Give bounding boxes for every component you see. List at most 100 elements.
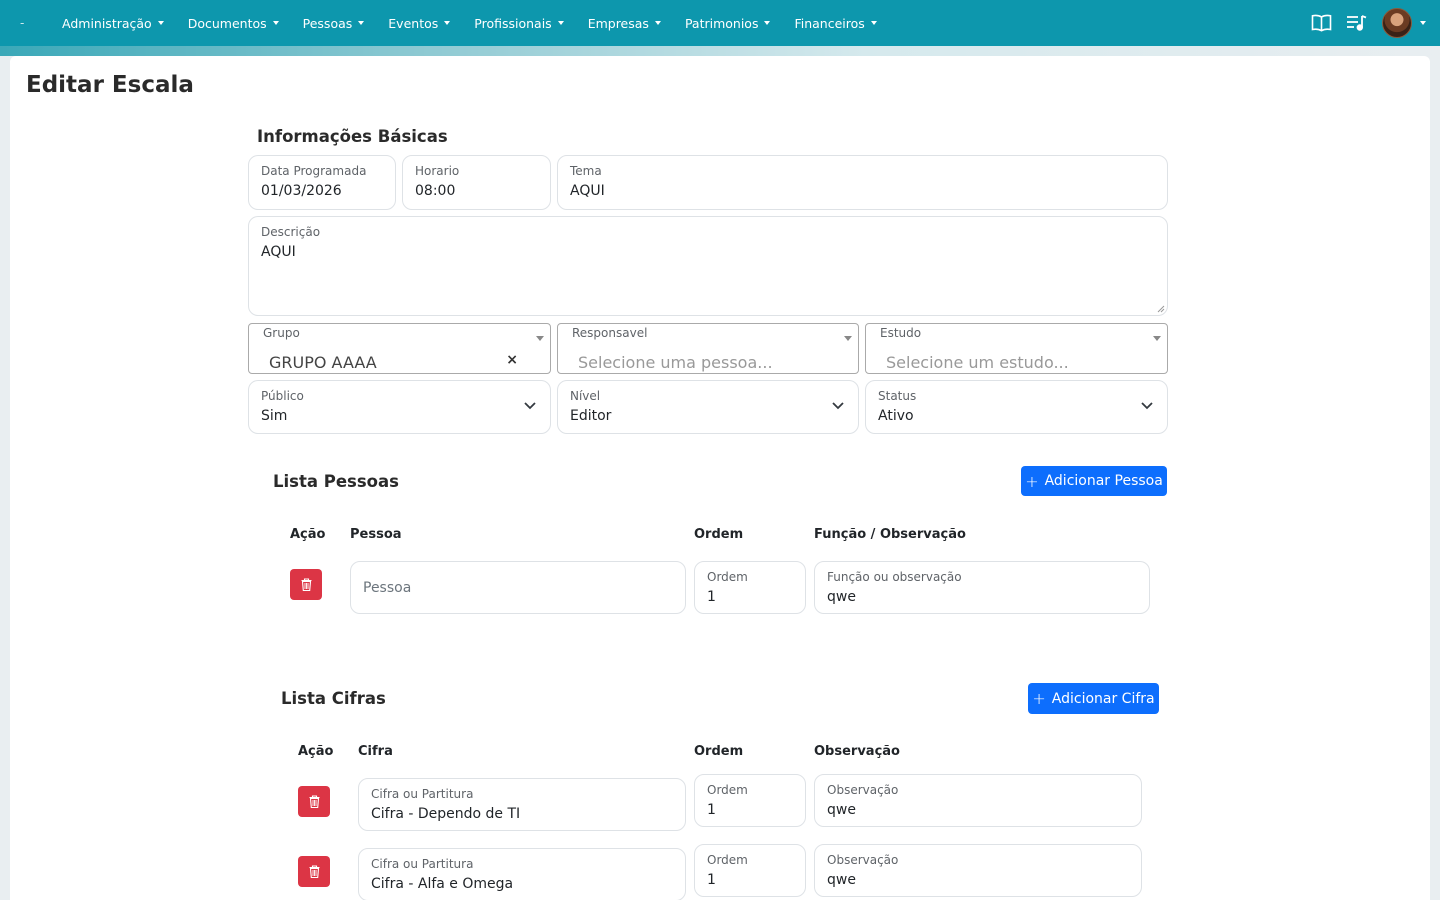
plus-icon: + — [1032, 689, 1046, 708]
chevron-down-icon — [832, 402, 844, 410]
status-select[interactable]: Status Ativo — [865, 380, 1168, 434]
field-label: Público — [261, 389, 304, 403]
nav-label: Eventos — [388, 15, 439, 31]
chevron-down-icon — [524, 402, 536, 410]
caret-down-icon — [764, 21, 771, 25]
playlist-music-icon[interactable] — [1346, 12, 1368, 34]
select-value: GRUPO AAAA — [269, 353, 377, 372]
ordem-input[interactable]: Ordem 1 — [694, 561, 806, 614]
accent-bar — [0, 46, 1440, 56]
select-placeholder: Selecione um estudo... — [886, 353, 1069, 372]
caret-down-icon — [358, 21, 365, 25]
select-value: Editor — [570, 408, 612, 424]
field-label: Cifra ou Partitura — [371, 787, 474, 801]
nav-label: Pessoas — [302, 15, 353, 31]
trash-icon — [309, 865, 319, 878]
select-value: Sim — [261, 408, 288, 424]
th-pessoa: Pessoa — [350, 527, 402, 542]
user-avatar[interactable] — [1382, 8, 1412, 38]
field-value: qwe — [827, 872, 856, 888]
caret-down-icon — [557, 21, 564, 25]
pessoa-input[interactable]: Pessoa — [350, 561, 686, 614]
caret-down-icon — [654, 21, 661, 25]
clear-icon[interactable]: × — [506, 352, 518, 368]
observacao-input[interactable]: Observação qwe — [814, 844, 1142, 897]
nav-item-eventos[interactable]: Eventos — [388, 16, 462, 31]
delete-cifra-button[interactable] — [298, 856, 330, 887]
delete-pessoa-button[interactable] — [290, 569, 322, 600]
caret-down-icon — [870, 21, 877, 25]
select-value: Ativo — [878, 408, 914, 424]
th-acao: Ação — [298, 744, 334, 759]
caret-down-icon — [272, 21, 279, 25]
field-label: Nível — [570, 389, 601, 403]
field-label: Descrição — [261, 225, 321, 239]
field-label: Status — [878, 389, 917, 403]
field-value: Cifra - Alfa e Omega — [371, 876, 514, 892]
add-cifra-label: Adicionar Cifra — [1051, 690, 1155, 707]
th-acao: Ação — [290, 527, 326, 542]
nav-item-administracao[interactable]: Administração — [62, 16, 176, 31]
page-title: Editar Escala — [26, 72, 194, 98]
basic-info-title: Informações Básicas — [257, 127, 448, 146]
cifra-input[interactable]: Cifra ou Partitura Cifra - Dependo de TI — [358, 778, 686, 831]
main-card: Editar Escala Informações Básicas Data P… — [10, 56, 1430, 900]
horario-field[interactable]: Horario 08:00 — [402, 155, 551, 210]
add-pessoa-label: Adicionar Pessoa — [1044, 473, 1163, 489]
lista-cifras-title: Lista Cifras — [281, 689, 386, 708]
trash-icon — [309, 795, 319, 808]
input-placeholder: Pessoa — [363, 580, 412, 596]
field-label: Cifra ou Partitura — [371, 857, 474, 871]
publico-select[interactable]: Público Sim — [248, 380, 551, 434]
grupo-select[interactable]: Grupo GRUPO AAAA × — [248, 323, 551, 374]
nav-label: Empresas — [587, 15, 649, 31]
nav-label: Documentos — [187, 15, 267, 31]
field-label: Observação — [827, 783, 899, 797]
field-value: 1 — [707, 589, 716, 605]
estudo-select[interactable]: Estudo Selecione um estudo... — [865, 323, 1168, 374]
add-pessoa-button[interactable]: + Adicionar Pessoa — [1021, 466, 1167, 496]
field-value: 1 — [707, 802, 716, 818]
observacao-input[interactable]: Observação qwe — [814, 774, 1142, 827]
field-label: Função ou observação — [827, 570, 962, 584]
th-ordem: Ordem — [694, 744, 744, 759]
cifra-input[interactable]: Cifra ou Partitura Cifra - Alfa e Omega — [358, 848, 686, 900]
dropdown-arrow-icon — [844, 336, 852, 341]
funcao-input[interactable]: Função ou observação qwe — [814, 561, 1150, 614]
descricao-textarea[interactable]: Descrição AQUI — [248, 216, 1168, 316]
chevron-down-icon — [1141, 402, 1153, 410]
resize-handle-icon[interactable] — [1157, 305, 1165, 313]
nav-item-documentos[interactable]: Documentos — [188, 16, 291, 31]
brand-logo[interactable]: - — [20, 16, 44, 30]
ordem-input[interactable]: Ordem 1 — [694, 774, 806, 827]
caret-down-icon — [444, 21, 451, 25]
nav-item-patrimonios[interactable]: Patrimonios — [685, 16, 783, 31]
th-funcao: Função / Observação — [814, 527, 966, 542]
lista-pessoas-title: Lista Pessoas — [273, 472, 399, 491]
field-label: Estudo — [880, 326, 922, 340]
field-label: Responsavel — [572, 326, 648, 340]
field-label: Data Programada — [261, 164, 367, 178]
dropdown-arrow-icon — [1153, 336, 1161, 341]
nav-label: Administração — [62, 15, 152, 31]
data-programada-field[interactable]: Data Programada 01/03/2026 — [248, 155, 396, 210]
tema-field[interactable]: Tema AQUI — [557, 155, 1168, 210]
nav-item-profissionais[interactable]: Profissionais — [474, 16, 575, 31]
top-navbar: - Administração Documentos Pessoas Event… — [0, 0, 1440, 46]
caret-down-icon — [157, 21, 164, 25]
nav-item-pessoas[interactable]: Pessoas — [303, 16, 377, 31]
responsavel-select[interactable]: Responsavel Selecione uma pessoa... — [557, 323, 859, 374]
field-label: Ordem — [707, 570, 748, 584]
ordem-input[interactable]: Ordem 1 — [694, 844, 806, 897]
nivel-select[interactable]: Nível Editor — [557, 380, 859, 434]
select-placeholder: Selecione uma pessoa... — [578, 353, 773, 372]
nav-right — [1296, 0, 1426, 46]
delete-cifra-button[interactable] — [298, 786, 330, 817]
field-label: Grupo — [263, 326, 300, 340]
nav-label: Financeiros — [794, 15, 865, 31]
add-cifra-button[interactable]: + Adicionar Cifra — [1028, 683, 1159, 714]
user-menu-caret-icon[interactable] — [1420, 21, 1426, 25]
book-icon[interactable] — [1310, 12, 1332, 34]
nav-item-financeiros[interactable]: Financeiros — [794, 16, 888, 31]
nav-item-empresas[interactable]: Empresas — [588, 16, 673, 31]
